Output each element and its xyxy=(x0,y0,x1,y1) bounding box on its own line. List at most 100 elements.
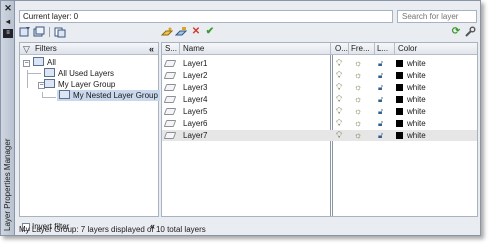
lightbulb-on-icon[interactable]: 💡︎ xyxy=(336,118,342,129)
color-swatch[interactable] xyxy=(396,108,403,115)
new-layer-vp-frozen-icon[interactable] xyxy=(174,26,188,38)
layer-status-icon[interactable] xyxy=(163,72,177,79)
set-current-icon[interactable]: ✔ xyxy=(204,26,216,38)
column-header-status[interactable]: S... xyxy=(165,43,177,55)
lightbulb-on-icon[interactable]: 💡︎ xyxy=(336,58,342,69)
layer-row[interactable]: Layer2 💡︎ ☼ 🔓︎ white xyxy=(162,70,477,81)
layer-status-icon[interactable] xyxy=(163,120,177,127)
color-swatch[interactable] xyxy=(396,60,403,67)
tree-line xyxy=(42,97,56,98)
thawed-sun-icon[interactable]: ☼ xyxy=(354,130,362,141)
layer-row[interactable]: Layer6 💡︎ ☼ 🔓︎ white xyxy=(162,118,477,129)
layer-name[interactable]: Layer3 xyxy=(183,82,207,93)
column-header-lock[interactable]: L... xyxy=(377,43,388,55)
group-filter-icon xyxy=(59,90,70,99)
filter-funnel-icon: ▽ xyxy=(23,44,30,54)
unlocked-icon[interactable]: 🔓︎ xyxy=(378,70,383,81)
thawed-sun-icon[interactable]: ☼ xyxy=(354,70,362,81)
tree-node-all-used-layers[interactable]: All Used Layers xyxy=(44,68,114,79)
lightbulb-on-icon[interactable]: 💡︎ xyxy=(336,70,342,81)
unlocked-icon[interactable]: 🔓︎ xyxy=(378,130,383,141)
tree-line xyxy=(27,73,41,74)
thawed-sun-icon[interactable]: ☼ xyxy=(354,118,362,129)
color-swatch[interactable] xyxy=(396,72,403,79)
layer-name[interactable]: Layer6 xyxy=(183,118,207,129)
properties-menu-icon[interactable]: ≡ xyxy=(3,29,13,38)
column-header-color[interactable]: Color xyxy=(398,43,417,55)
layer-color-name[interactable]: white xyxy=(407,106,426,117)
layer-row[interactable]: Layer4 💡︎ ☼ 🔓︎ white xyxy=(162,94,477,105)
tree-node-label: My Layer Group xyxy=(58,80,116,89)
lightbulb-on-icon[interactable]: 💡︎ xyxy=(336,130,342,141)
unlocked-icon[interactable]: 🔓︎ xyxy=(378,94,383,105)
layer-status-icon[interactable] xyxy=(163,60,177,67)
layer-states-manager-icon[interactable] xyxy=(54,26,66,38)
tree-collapse-all-icon[interactable]: − xyxy=(23,60,30,67)
search-box[interactable] xyxy=(397,10,477,23)
layer-name[interactable]: Layer4 xyxy=(183,94,207,105)
layer-row[interactable]: Layer5 💡︎ ☼ 🔓︎ white xyxy=(162,106,477,117)
layer-row[interactable]: Layer3 💡︎ ☼ 🔓︎ white xyxy=(162,82,477,93)
tree-node-my-layer-group[interactable]: My Layer Group xyxy=(44,79,115,90)
search-input[interactable] xyxy=(402,11,468,22)
column-divider[interactable] xyxy=(330,43,331,55)
color-swatch[interactable] xyxy=(396,84,403,91)
thawed-sun-icon[interactable]: ☼ xyxy=(354,94,362,105)
group-filter-icon xyxy=(33,57,44,66)
layer-color-name[interactable]: white xyxy=(407,94,426,105)
thawed-sun-icon[interactable]: ☼ xyxy=(354,58,362,69)
color-swatch[interactable] xyxy=(396,96,403,103)
column-divider[interactable] xyxy=(348,43,349,55)
refresh-icon[interactable]: ⟳ xyxy=(450,26,462,38)
layer-color-name[interactable]: white xyxy=(407,58,426,69)
color-swatch[interactable] xyxy=(396,120,403,127)
unlocked-icon[interactable]: 🔓︎ xyxy=(378,118,383,129)
new-group-filter-icon[interactable] xyxy=(33,26,45,38)
layer-name[interactable]: Layer1 xyxy=(183,58,207,69)
new-layer-icon[interactable] xyxy=(160,26,174,38)
lightbulb-on-icon[interactable]: 💡︎ xyxy=(336,106,342,117)
tree-node-label: All xyxy=(47,58,56,67)
unlocked-icon[interactable]: 🔓︎ xyxy=(378,106,383,117)
palette-title-bar[interactable]: ✕ ◂ ≡ Layer Properties Manager xyxy=(1,1,15,235)
settings-wrench-icon[interactable] xyxy=(464,26,476,38)
unlocked-icon[interactable]: 🔓︎ xyxy=(378,58,383,69)
layer-status-icon[interactable] xyxy=(163,84,177,91)
layer-row-selected[interactable]: Layer7 💡︎ ☼ 🔓︎ white xyxy=(162,130,477,141)
filters-header: ▽ Filters « xyxy=(20,43,158,55)
tree-node-all[interactable]: All xyxy=(33,57,56,68)
layer-color-name[interactable]: white xyxy=(407,118,426,129)
column-header-on[interactable]: O... xyxy=(335,43,348,55)
layer-color-name[interactable]: white xyxy=(407,130,426,141)
color-swatch[interactable] xyxy=(396,132,403,139)
thawed-sun-icon[interactable]: ☼ xyxy=(354,106,362,117)
lightbulb-on-icon[interactable]: 💡︎ xyxy=(336,94,342,105)
property-filter-icon xyxy=(44,68,55,77)
layer-row[interactable]: Layer1 💡︎ ☼ 🔓︎ white xyxy=(162,58,477,69)
column-header-name[interactable]: Name xyxy=(183,43,204,55)
collapse-filters-icon[interactable]: « xyxy=(149,43,154,55)
tree-node-my-nested-layer-group[interactable]: My Nested Layer Group xyxy=(57,90,160,101)
layer-list: S... Name O... Fre... L... Color Layer1 … xyxy=(161,42,478,217)
layer-color-name[interactable]: white xyxy=(407,70,426,81)
autohide-icon[interactable]: ◂ xyxy=(2,16,14,27)
layer-status-icon[interactable] xyxy=(163,108,177,115)
toolbar-separator xyxy=(49,27,50,37)
layer-color-name[interactable]: white xyxy=(407,82,426,93)
layer-status-icon[interactable] xyxy=(163,132,177,139)
column-header-freeze[interactable]: Fre... xyxy=(351,43,370,55)
delete-layer-icon[interactable]: ✕ xyxy=(190,26,202,38)
layer-name[interactable]: Layer7 xyxy=(183,130,207,141)
new-property-filter-icon[interactable] xyxy=(19,26,31,38)
thawed-sun-icon[interactable]: ☼ xyxy=(354,82,362,93)
tree-node-label: All Used Layers xyxy=(58,69,115,78)
lightbulb-on-icon[interactable]: 💡︎ xyxy=(336,82,342,93)
close-icon[interactable]: ✕ xyxy=(2,3,14,14)
column-divider[interactable] xyxy=(394,43,395,55)
layer-name[interactable]: Layer2 xyxy=(183,70,207,81)
layer-name[interactable]: Layer5 xyxy=(183,106,207,117)
column-divider[interactable] xyxy=(374,43,375,55)
column-divider[interactable] xyxy=(179,43,180,55)
layer-status-icon[interactable] xyxy=(163,96,177,103)
unlocked-icon[interactable]: 🔓︎ xyxy=(378,82,383,93)
